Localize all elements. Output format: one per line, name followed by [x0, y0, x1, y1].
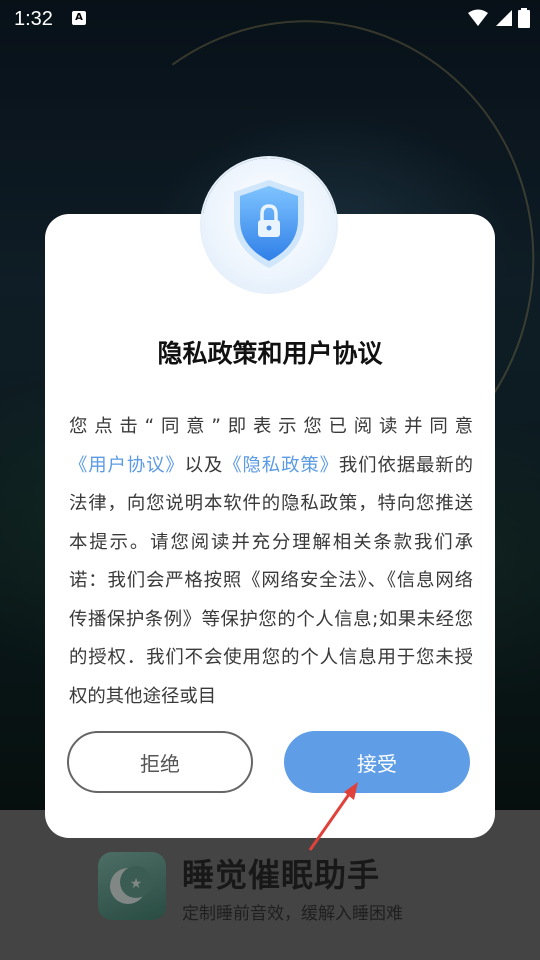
dialog-title: 隐私政策和用户协议: [157, 339, 383, 368]
shield-lock-icon: [202, 158, 336, 292]
privacy-policy-link[interactable]: 《隐私政策》: [223, 455, 339, 476]
body-text: 您点击“同意”即表示您已阅读并同意: [69, 416, 473, 437]
battery-icon: [518, 8, 530, 28]
body-text: 以及: [184, 454, 224, 476]
status-bar: 1:32 A: [0, 0, 540, 40]
reject-button[interactable]: 拒绝: [67, 731, 253, 793]
dialog-body: 您点击“同意”即表示您已阅读并同意《用户协议》以及《隐私政策》我们依据最新的法律…: [69, 408, 473, 708]
body-text: 我们依据最新的法律，向您说明本软件的隐私政策，特向您推送本提示。请您阅读并充分理…: [69, 454, 473, 707]
wifi-icon: [468, 9, 488, 26]
pointer-arrow-icon: [308, 782, 358, 851]
status-time: 1:32: [14, 8, 53, 30]
signal-icon: [496, 10, 512, 26]
user-agreement-link[interactable]: 《用户协议》: [69, 455, 185, 476]
notification-icon: A: [72, 11, 86, 25]
privacy-dialog: 隐私政策和用户协议 您点击“同意”即表示您已阅读并同意《用户协议》以及《隐私政策…: [45, 214, 495, 838]
